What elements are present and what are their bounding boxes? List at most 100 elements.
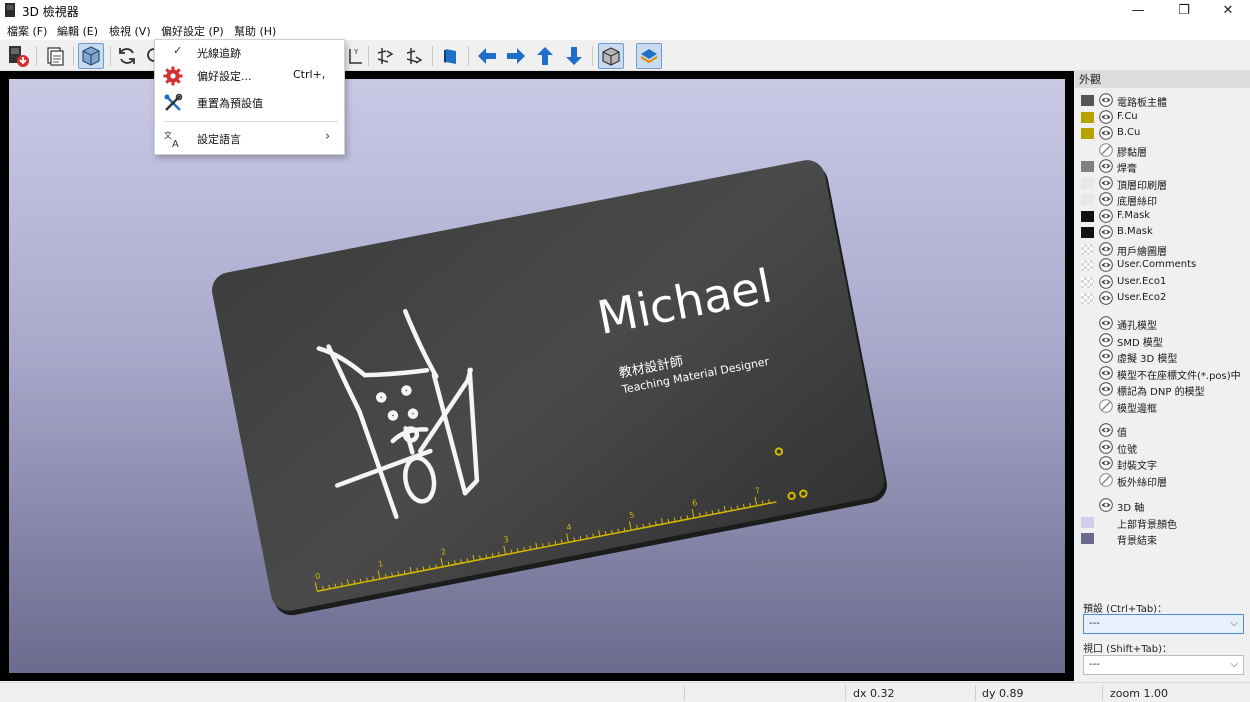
- eye-icon[interactable]: [1099, 208, 1113, 223]
- move-right-button[interactable]: [503, 43, 529, 69]
- menu-edit[interactable]: 編輯 (E): [57, 23, 98, 39]
- menu-file[interactable]: 檔案 (F): [7, 23, 47, 39]
- move-down-button[interactable]: [561, 43, 587, 69]
- layer-row[interactable]: 通孔模型: [1075, 315, 1250, 332]
- layer-row[interactable]: B.Mask: [1075, 224, 1250, 240]
- layer-color-swatch[interactable]: [1081, 194, 1094, 205]
- flip-y-button[interactable]: [401, 43, 427, 69]
- layer-row[interactable]: 標記為 DNP 的模型: [1075, 381, 1250, 398]
- layer-color-swatch[interactable]: [1081, 533, 1094, 544]
- hidden-icon[interactable]: [1099, 472, 1113, 487]
- render-canvas[interactable]: 01234567 Michael 教材設計師 Teaching Material…: [9, 79, 1065, 673]
- layer-row[interactable]: User.Eco1: [1075, 274, 1250, 290]
- export-icon: [9, 46, 29, 67]
- eye-icon[interactable]: [1099, 291, 1113, 305]
- hidden-icon[interactable]: [1099, 142, 1113, 157]
- layer-row[interactable]: 板外絲印層: [1075, 472, 1250, 489]
- flip-board-button[interactable]: [437, 43, 463, 69]
- eye-icon[interactable]: [1099, 274, 1113, 289]
- layer-row[interactable]: 背景結束: [1075, 530, 1250, 547]
- layer-row[interactable]: 上部背景顏色: [1075, 514, 1250, 531]
- preset-select[interactable]: --- ⌵: [1083, 614, 1244, 634]
- menu-item-raytracing[interactable]: ✓ 光線追跡: [155, 40, 344, 64]
- layer-row[interactable]: 3D 軸: [1075, 497, 1250, 514]
- menu-preferences[interactable]: 偏好設定 (P): [161, 23, 224, 39]
- eye-icon[interactable]: [1099, 456, 1113, 470]
- layer-color-swatch[interactable]: [1081, 111, 1094, 123]
- layer-row[interactable]: 值: [1075, 422, 1250, 439]
- layer-row[interactable]: User.Eco2: [1075, 290, 1250, 306]
- layer-row[interactable]: 底層絲印: [1075, 191, 1250, 208]
- minimize-button[interactable]: —: [1115, 0, 1161, 20]
- eye-icon[interactable]: [1099, 332, 1113, 347]
- eye-icon[interactable]: [1099, 241, 1113, 256]
- layer-label: 模型不在座標文件(*.pos)中: [1117, 370, 1241, 382]
- layer-row[interactable]: SMD 模型: [1075, 332, 1250, 349]
- layer-color-swatch[interactable]: [1081, 243, 1094, 255]
- export-button[interactable]: [5, 43, 31, 69]
- layer-color-swatch[interactable]: [1081, 177, 1094, 189]
- eye-icon[interactable]: [1099, 258, 1113, 272]
- layer-row[interactable]: B.Cu: [1075, 125, 1250, 141]
- flip-x-button[interactable]: [372, 43, 398, 69]
- eye-icon[interactable]: [1099, 382, 1113, 396]
- eye-icon[interactable]: [1099, 109, 1113, 124]
- menu-item-preferences[interactable]: 偏好設定... Ctrl+,: [155, 63, 344, 87]
- hidden-icon[interactable]: [1099, 398, 1113, 413]
- move-up-button[interactable]: [532, 43, 558, 69]
- layer-color-swatch[interactable]: [1081, 128, 1094, 139]
- rotate-x-button[interactable]: Y: [342, 43, 368, 69]
- layer-row[interactable]: 頂層印刷層: [1075, 175, 1250, 192]
- eye-icon[interactable]: [1099, 126, 1113, 140]
- menu-item-language[interactable]: 文 A 設定語言 ›: [155, 126, 344, 150]
- orthographic-button[interactable]: [598, 43, 624, 69]
- menu-item-reset-defaults[interactable]: 重置為預設值: [155, 90, 344, 114]
- toolbar-separator: [468, 46, 469, 66]
- layer-row[interactable]: 封裝文字: [1075, 455, 1250, 472]
- layer-row[interactable]: 用戶繪圖層: [1075, 241, 1250, 258]
- layers-button[interactable]: [636, 43, 662, 69]
- eye-icon[interactable]: [1099, 423, 1113, 437]
- layer-color-swatch[interactable]: [1081, 161, 1094, 172]
- eye-icon[interactable]: [1099, 225, 1113, 239]
- layer-row[interactable]: F.Cu: [1075, 109, 1250, 125]
- layer-row[interactable]: 電路板主體: [1075, 92, 1250, 109]
- menu-view[interactable]: 檢視 (V): [109, 23, 151, 39]
- eye-icon[interactable]: [1099, 175, 1113, 190]
- layer-row[interactable]: 位號: [1075, 439, 1250, 456]
- eye-icon[interactable]: [1099, 365, 1113, 380]
- menu-help[interactable]: 幫助 (H): [234, 23, 276, 39]
- copy-button[interactable]: [42, 43, 68, 69]
- eye-icon[interactable]: [1099, 316, 1113, 330]
- render-options-button[interactable]: [78, 43, 104, 69]
- eye-icon[interactable]: [1099, 192, 1113, 206]
- eye-icon[interactable]: [1099, 159, 1113, 173]
- layer-color-swatch[interactable]: [1081, 260, 1094, 271]
- eye-icon[interactable]: [1099, 349, 1113, 363]
- layer-color-swatch[interactable]: [1081, 276, 1094, 288]
- layer-color-swatch[interactable]: [1081, 227, 1094, 238]
- eye-icon[interactable]: [1099, 439, 1113, 454]
- layer-row[interactable]: 模型邊框: [1075, 398, 1250, 415]
- layer-row[interactable]: 模型不在座標文件(*.pos)中: [1075, 365, 1250, 382]
- move-left-button[interactable]: [474, 43, 500, 69]
- 3d-viewport[interactable]: 01234567 Michael 教材設計師 Teaching Material…: [0, 71, 1074, 681]
- layer-row[interactable]: User.Comments: [1075, 257, 1250, 273]
- move-right-icon: [507, 48, 525, 64]
- layer-row[interactable]: 虛擬 3D 模型: [1075, 348, 1250, 365]
- reload-button[interactable]: [114, 43, 140, 69]
- layer-row[interactable]: 焊膏: [1075, 158, 1250, 175]
- layer-row[interactable]: 膠黏層: [1075, 142, 1250, 159]
- close-button[interactable]: ✕: [1205, 0, 1250, 20]
- eye-icon[interactable]: [1099, 93, 1113, 107]
- layer-color-swatch[interactable]: [1081, 516, 1094, 528]
- restore-button[interactable]: ❐: [1161, 0, 1207, 20]
- layer-label: F.Mask: [1117, 209, 1151, 221]
- layer-row[interactable]: F.Mask: [1075, 208, 1250, 224]
- eye-icon[interactable]: [1099, 498, 1113, 512]
- layer-color-swatch[interactable]: [1081, 210, 1094, 222]
- window-title: 3D 檢視器: [22, 5, 79, 19]
- layer-color-swatch[interactable]: [1081, 95, 1094, 106]
- viewport-select[interactable]: --- ⌵: [1083, 655, 1244, 675]
- layer-color-swatch[interactable]: [1081, 293, 1094, 304]
